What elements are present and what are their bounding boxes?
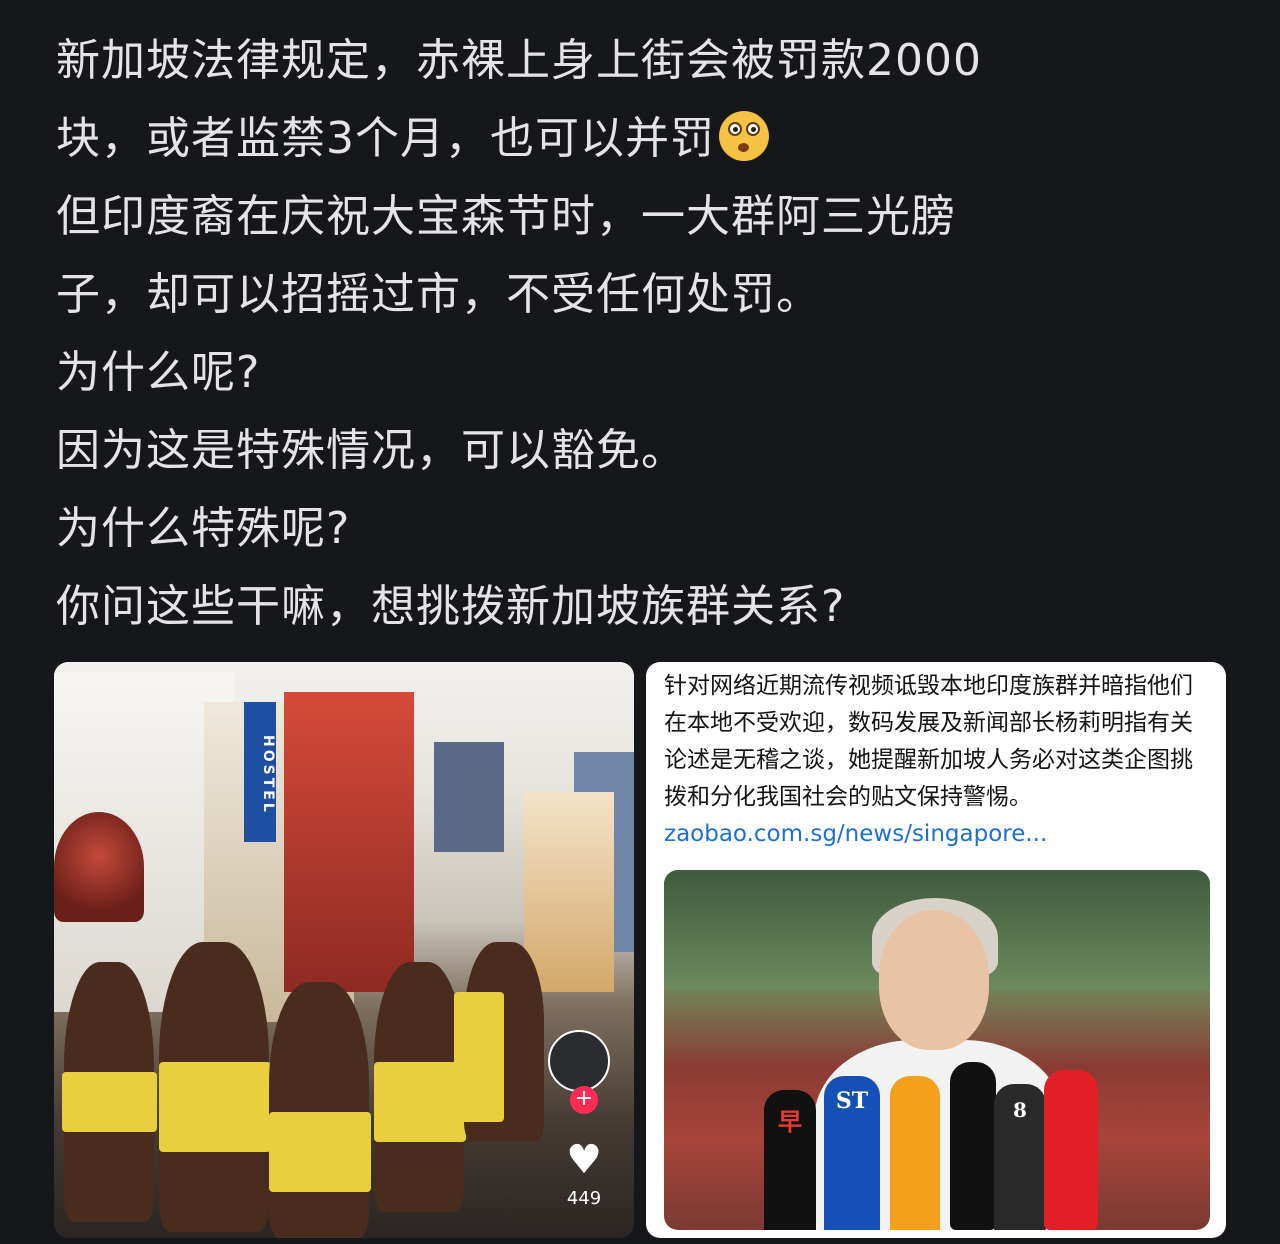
post-line: 因为这是特殊情况，可以豁免。 <box>56 425 686 476</box>
creator-avatar[interactable] <box>548 1030 610 1092</box>
speaker-head <box>879 910 989 1050</box>
news-body: 针对网络近期流传视频诋毁本地印度族群并暗指他们在本地不受欢迎，数码发展及新闻部长… <box>664 673 1193 810</box>
post-line: 为什么呢? <box>56 347 261 398</box>
post-line: 新加坡法律规定，赤裸上身上街会被罚款2000 <box>56 35 982 86</box>
heart-icon[interactable]: ♥ <box>562 1140 606 1180</box>
yellow-cloth <box>454 992 504 1122</box>
post-line-with-emoji: 块，或者监禁3个月，也可以并罚 <box>56 100 1236 178</box>
like-count: 449 <box>566 1188 602 1209</box>
post-line: 子，却可以招摇过市，不受任何处罚。 <box>56 269 821 320</box>
news-photo: 早 ST 8 <box>664 870 1210 1230</box>
building <box>434 742 504 852</box>
post-text: 新加坡法律规定，赤裸上身上街会被罚款2000 块，或者监禁3个月，也可以并罚 但… <box>56 22 1236 646</box>
festival-video-thumbnail[interactable]: HOSTEL <box>54 662 634 1238</box>
post-line: 但印度裔在庆祝大宝森节时，一大群阿三光膀 <box>56 191 956 242</box>
news-link[interactable]: zaobao.com.sg/news/singapore... <box>664 821 1047 847</box>
person <box>269 982 369 1238</box>
microphone <box>950 1062 996 1230</box>
mic-label: ST <box>835 1088 869 1114</box>
flushed-face-emoji-icon <box>719 111 769 161</box>
microphone <box>1044 1070 1098 1230</box>
mic-label: 8 <box>1013 1098 1027 1122</box>
mic-label: 早 <box>778 1107 802 1136</box>
yellow-cloth <box>159 1062 271 1152</box>
post-line: 你问这些干嘛，想挑拨新加坡族群关系? <box>56 581 846 632</box>
microphone <box>890 1076 940 1230</box>
yellow-cloth <box>62 1072 157 1132</box>
news-text: 针对网络近期流传视频诋毁本地印度族群并暗指他们在本地不受欢迎，数码发展及新闻部长… <box>664 668 1210 853</box>
yellow-cloth <box>269 1112 371 1192</box>
post-line: 块，或者监禁3个月，也可以并罚 <box>56 113 715 164</box>
plus-icon[interactable]: + <box>570 1086 598 1114</box>
news-card[interactable]: 针对网络近期流传视频诋毁本地印度族群并暗指他们在本地不受欢迎，数码发展及新闻部长… <box>646 662 1226 1238</box>
crowd <box>54 922 634 1238</box>
kavadi-decoration <box>54 812 144 922</box>
post-line: 为什么特殊呢? <box>56 503 351 554</box>
hostel-sign: HOSTEL <box>244 702 276 842</box>
yellow-cloth <box>374 1062 466 1142</box>
